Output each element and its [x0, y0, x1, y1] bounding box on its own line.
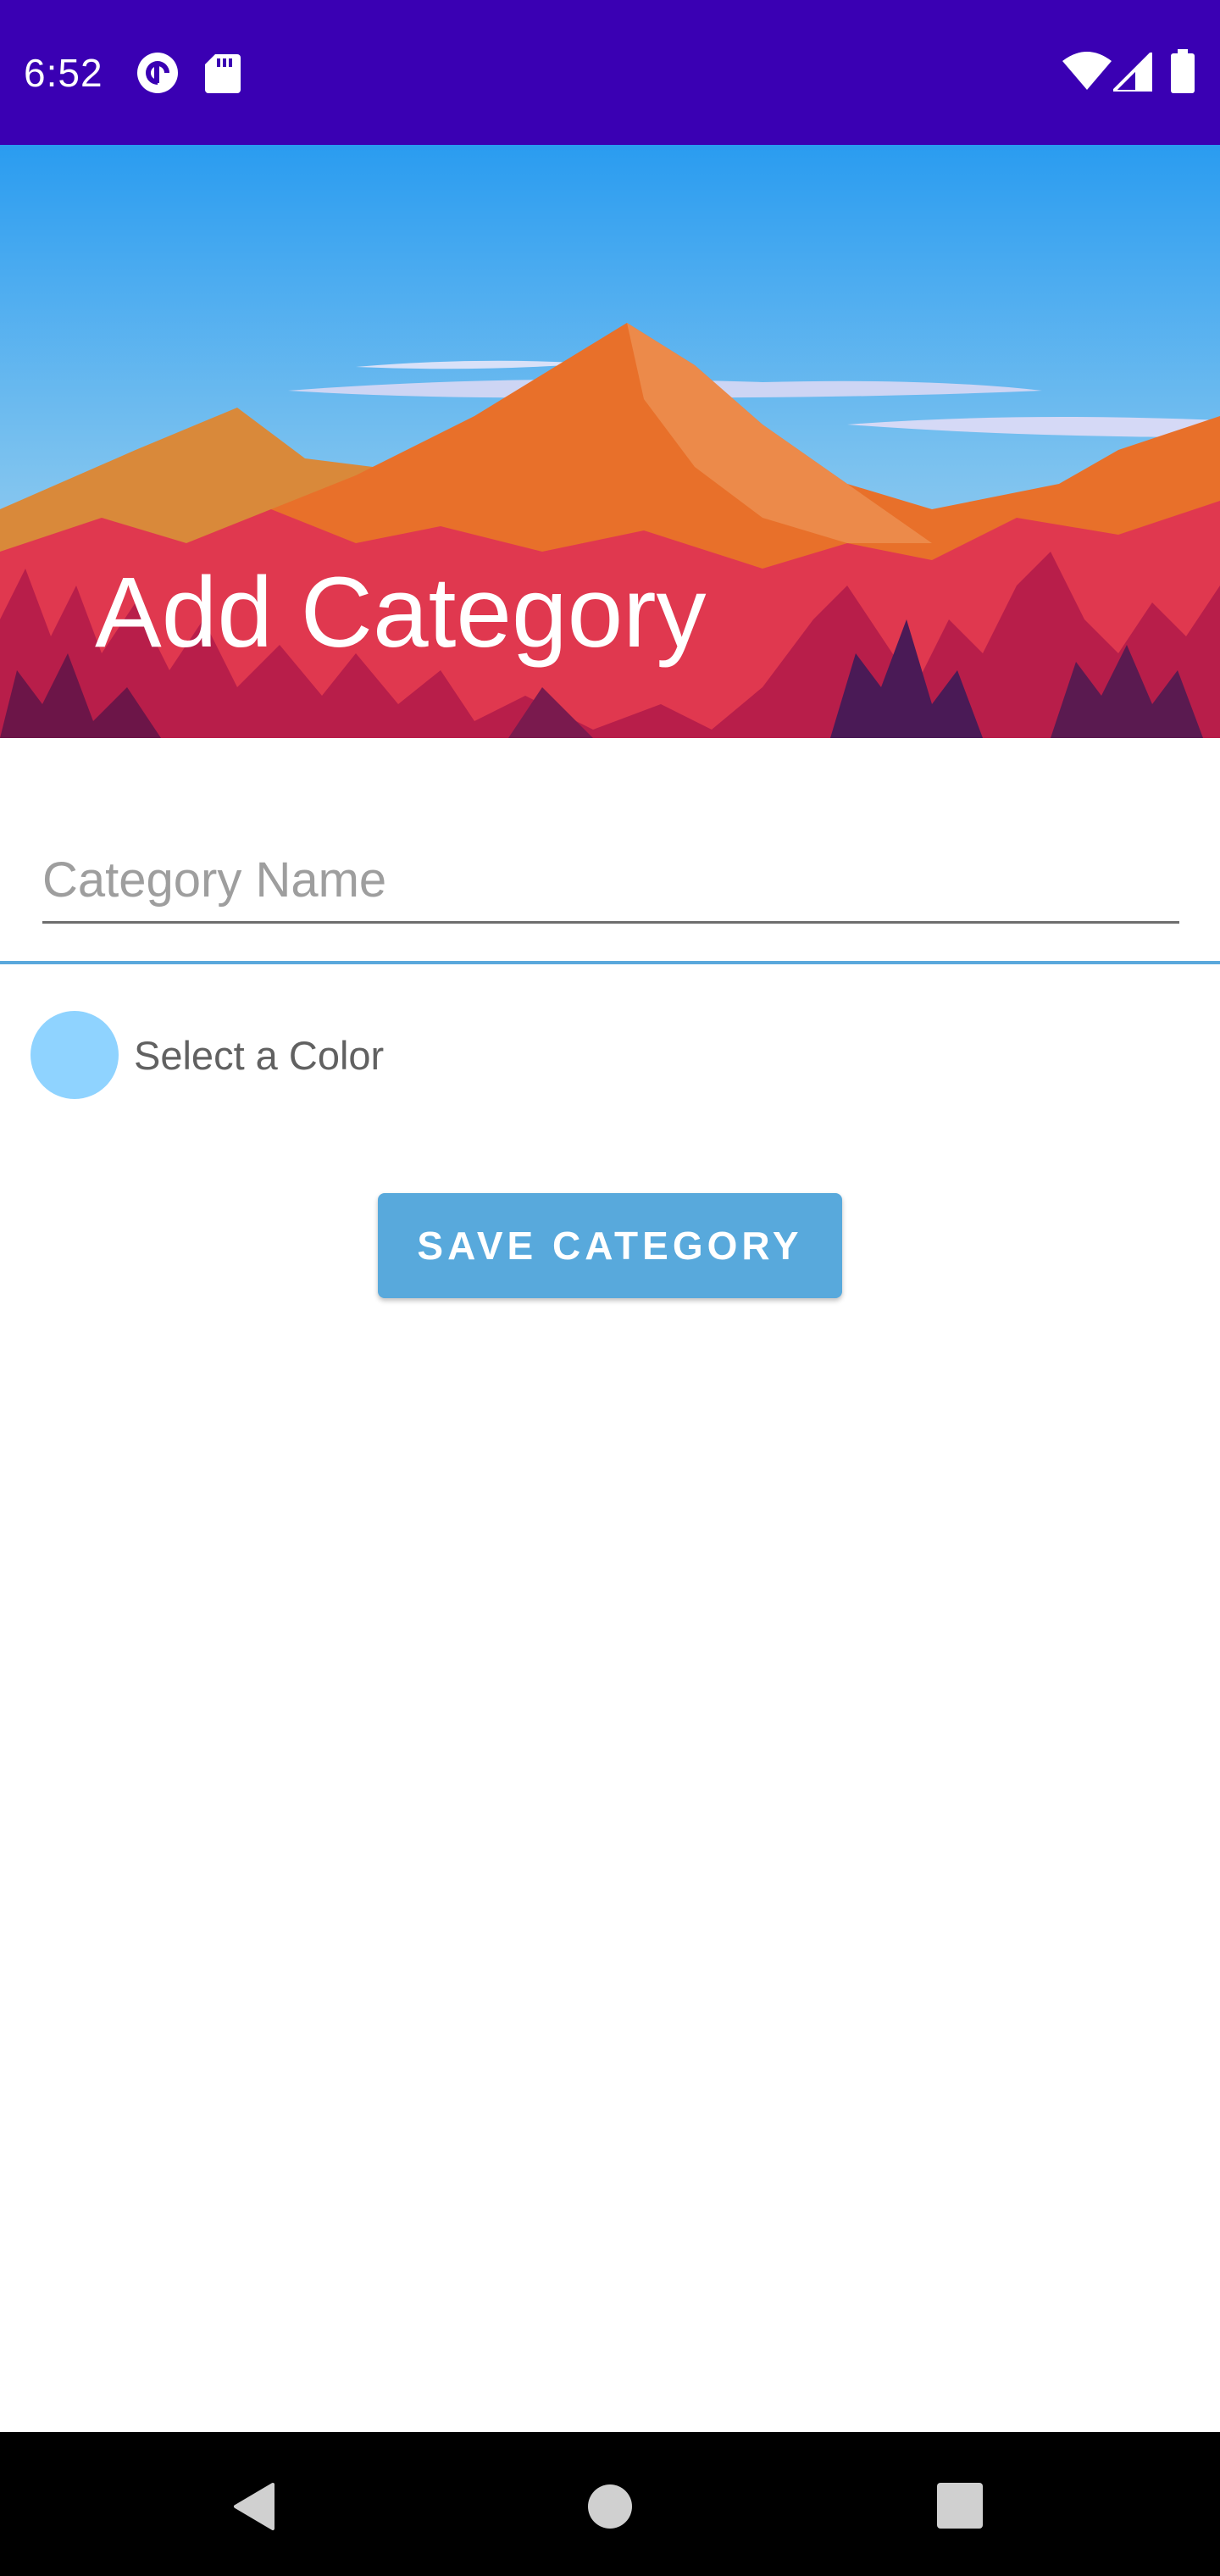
cell-signal-icon [1109, 48, 1154, 96]
battery-icon [1171, 49, 1195, 97]
save-category-button[interactable]: SAVE CATEGORY [378, 1193, 842, 1298]
header-banner: Add Category [0, 145, 1220, 738]
divider [0, 961, 1220, 964]
color-picker-row[interactable]: Select a Color [0, 1008, 508, 1102]
sd-card-icon [205, 54, 241, 97]
wifi-icon [1062, 51, 1112, 94]
status-time: 6:52 [24, 51, 103, 95]
pocket-casts-icon [136, 51, 180, 99]
status-bar: 6:52 [0, 0, 1220, 145]
page-title: Add Category [95, 557, 707, 669]
category-name-input[interactable] [42, 839, 1179, 924]
color-swatch[interactable] [30, 1011, 119, 1099]
back-icon[interactable] [230, 2481, 278, 2536]
color-picker-label: Select a Color [134, 1033, 385, 1078]
recents-icon[interactable] [937, 2483, 983, 2533]
home-icon[interactable] [586, 2483, 634, 2534]
navigation-bar [0, 2432, 1220, 2576]
